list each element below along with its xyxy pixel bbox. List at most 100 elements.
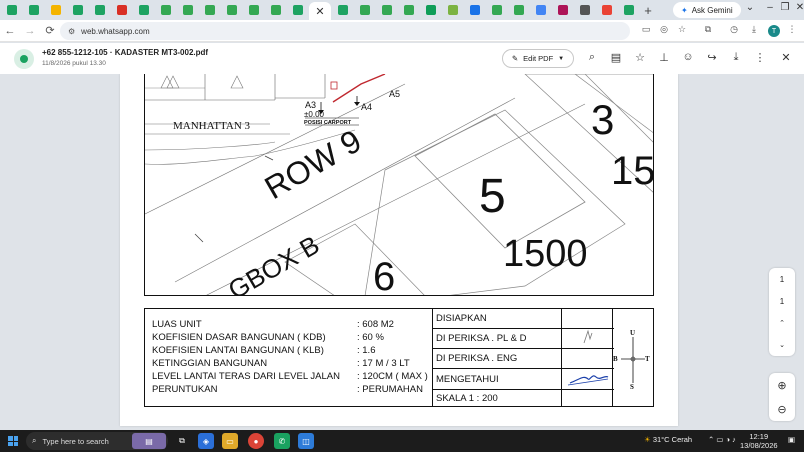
browser-tab[interactable] [265,2,286,18]
google-icon [601,5,612,15]
close-viewer-icon[interactable]: ✕ [778,51,794,64]
browser-tab[interactable] [574,2,595,18]
maps-icon [491,5,502,15]
browser-tab[interactable] [552,2,573,18]
browser-tab[interactable]: ✕ [309,2,331,20]
eye-off-icon[interactable]: ◎ [656,24,672,35]
more-options-icon[interactable]: ⋮ [752,51,768,64]
search-icon[interactable]: ⌕ [584,51,600,64]
url-input[interactable]: ⚙ web.whatsapp.com [60,22,630,40]
extensions-icon[interactable]: ⧉ [700,24,716,35]
sheets-icon [292,5,303,15]
browser-tab[interactable] [111,2,132,18]
browser-tab[interactable] [45,2,66,18]
browser-tab[interactable] [596,2,617,18]
reload-icon[interactable]: ⟳ [40,24,60,37]
chrome-icon[interactable]: ● [248,433,264,449]
browser-tab[interactable] [530,2,551,18]
forward-icon[interactable]: → [20,25,40,37]
browser-tab[interactable] [177,2,198,18]
forward-share-icon[interactable]: ↪ [704,51,720,64]
north-compass: U S B T [613,309,653,406]
window-close-icon[interactable]: ✕ [790,2,804,13]
contact-avatar [14,49,34,69]
chevron-down-icon[interactable]: ⌄ [769,334,795,356]
close-icon[interactable]: ✕ [315,5,324,18]
weather-widget[interactable]: ☀ 31°C Cerah [644,435,692,444]
browser-tab[interactable] [199,2,220,18]
browser-tab[interactable] [67,2,88,18]
site-info-icon[interactable]: ⚙ [68,27,75,36]
back-icon[interactable]: ← [0,25,20,37]
page-number-current[interactable]: 1 [769,268,795,290]
browser-tab[interactable] [221,2,242,18]
label-a3: A3 [305,100,316,110]
info-value: : 1.6 [357,345,376,356]
maps-icon [447,5,458,15]
browser-tab[interactable] [332,2,353,18]
info-label: LEVEL LANTAI TERAS DARI LEVEL JALAN [152,371,340,382]
copilot-icon[interactable]: ◈ [198,433,214,449]
widgets-icon[interactable]: ▤ [132,433,166,449]
zoom-in-icon[interactable]: ⊕ [769,373,795,397]
browser-tab[interactable] [486,2,507,18]
ask-gemini-button[interactable]: ✦ Ask Gemini [673,2,741,18]
sheets-icon [337,5,348,15]
compass-west: B [613,355,618,363]
browser-tab[interactable] [420,2,441,18]
edit-pdf-button[interactable]: ✎ Edit PDF ▼ [502,49,574,68]
sparkle-icon: ✦ [681,5,688,15]
browser-tab[interactable] [155,2,176,18]
browser-tab[interactable] [243,2,264,18]
bookmark-star-icon[interactable]: ☆ [674,24,690,35]
label-elevation: ±0.00 [304,110,325,119]
site-data-column: LUAS UNIT: 608 M2 KOEFISIEN DASAR BANGUNA… [145,309,433,406]
browser-tab[interactable] [508,2,529,18]
new-tab-button[interactable]: + [639,3,657,18]
approval-cell: SKALA 1 : 200 [436,393,498,404]
gmail-icon [116,5,127,15]
browser-tab[interactable] [23,2,44,18]
browser-tab[interactable] [354,2,375,18]
windows-start-icon[interactable] [8,436,18,446]
file-explorer-icon[interactable]: ▭ [222,433,238,449]
browser-tab[interactable] [1,2,22,18]
browser-menu-icon[interactable]: ⋮ [784,24,800,35]
browser-tab[interactable] [464,2,485,18]
browser-tab[interactable] [133,2,154,18]
photos-icon [425,5,436,15]
task-view-icon[interactable]: ⧉ [174,433,190,449]
system-tray-icons[interactable]: ⌃ ▭ ◑ ♪ [708,435,736,444]
document-timestamp: 11/8/2026 pukul 13.30 [42,60,106,67]
signature-column [561,309,614,406]
whatsapp-icon[interactable]: ✆ [274,433,290,449]
download-doc-icon[interactable]: ⤓ [728,51,744,64]
chevron-up-icon[interactable]: ⌃ [769,312,795,334]
clock[interactable]: 12:19 13/08/2026 [740,432,778,450]
browser-tab[interactable] [398,2,419,18]
browser-tab[interactable] [287,2,308,18]
notification-icon[interactable]: ▣ [788,435,795,444]
browser-tab[interactable] [442,2,463,18]
page-number-total[interactable]: 1 [769,290,795,312]
zoom-out-icon[interactable]: ⊖ [769,397,795,421]
pin-icon[interactable]: ⊥ [656,51,672,64]
sheets-icon [28,5,39,15]
pdf-content-area[interactable]: A3 ±0.00 A4 A5 POSISI CARPORT MANHATTAN … [0,74,804,430]
comment-icon[interactable]: ▤ [608,51,624,64]
install-app-icon[interactable]: ▭ [638,24,654,35]
profile-avatar[interactable]: T [768,25,780,37]
maps-icon [248,5,259,15]
maps-icon [359,5,370,15]
label-box: GBOX B [223,229,324,296]
star-icon[interactable]: ☆ [632,51,648,64]
home-icon [557,5,568,15]
browser-tab[interactable] [618,2,639,18]
app-icon[interactable]: ◫ [298,433,314,449]
download-icon[interactable]: ⤓ [746,24,762,35]
emoji-icon[interactable]: ☺ [680,51,696,63]
tab-search-icon[interactable]: ⌄ [740,2,760,13]
browser-tab[interactable] [89,2,110,18]
browser-tab[interactable] [376,2,397,18]
history-icon[interactable]: ◷ [726,24,742,35]
